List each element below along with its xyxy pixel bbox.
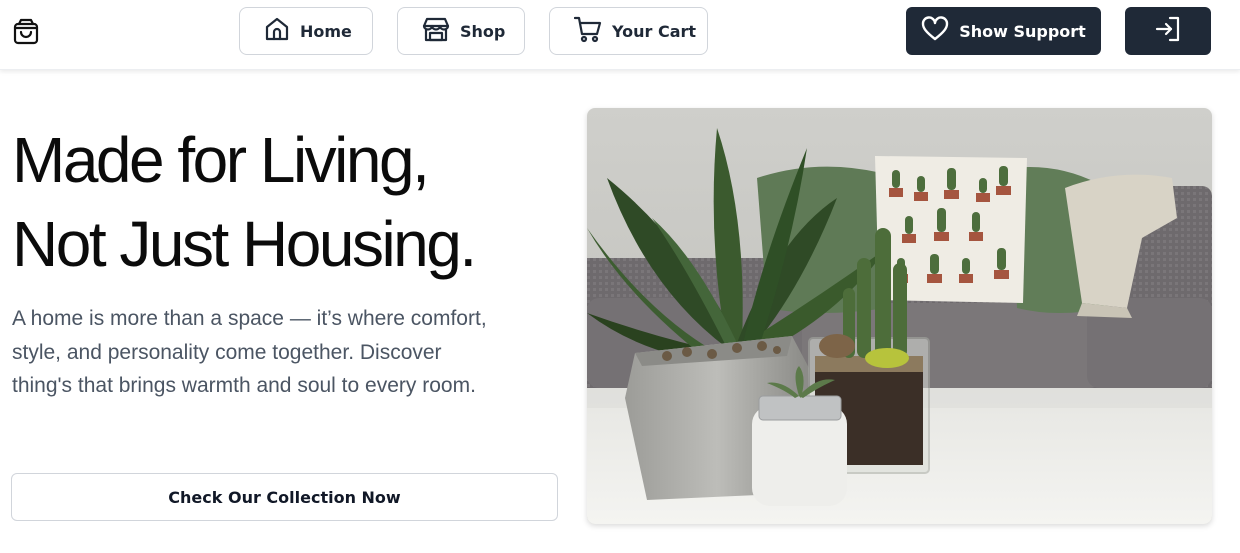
nav-shop-label: Shop — [460, 21, 506, 41]
hero-title: Made for Living, Not Just Housing. — [12, 118, 572, 286]
nav-cart-button[interactable]: Your Cart — [549, 7, 708, 55]
show-support-label: Show Support — [959, 21, 1086, 41]
hero-image — [587, 108, 1212, 524]
cart-icon — [573, 15, 602, 47]
nav-shop-button[interactable]: Shop — [397, 7, 525, 55]
nav-home-label: Home — [300, 21, 352, 41]
hero-title-line-1: Made for Living, — [12, 124, 430, 196]
login-icon — [1154, 15, 1182, 47]
heart-icon — [921, 16, 949, 46]
shopping-bag-icon[interactable] — [12, 17, 40, 45]
hero-title-line-2: Not Just Housing. — [12, 208, 477, 280]
top-nav-bar: Home Shop Your Cart Show Support — [0, 0, 1240, 70]
login-button[interactable] — [1125, 7, 1211, 55]
nav-cart-label: Your Cart — [612, 21, 697, 41]
hero-description: A home is more than a space — it’s where… — [12, 307, 487, 397]
nav-home-button[interactable]: Home — [239, 7, 373, 55]
show-support-button[interactable]: Show Support — [906, 7, 1101, 55]
check-collection-button[interactable]: Check Our Collection Now — [11, 473, 558, 521]
home-icon — [264, 16, 290, 46]
store-icon — [422, 15, 450, 47]
